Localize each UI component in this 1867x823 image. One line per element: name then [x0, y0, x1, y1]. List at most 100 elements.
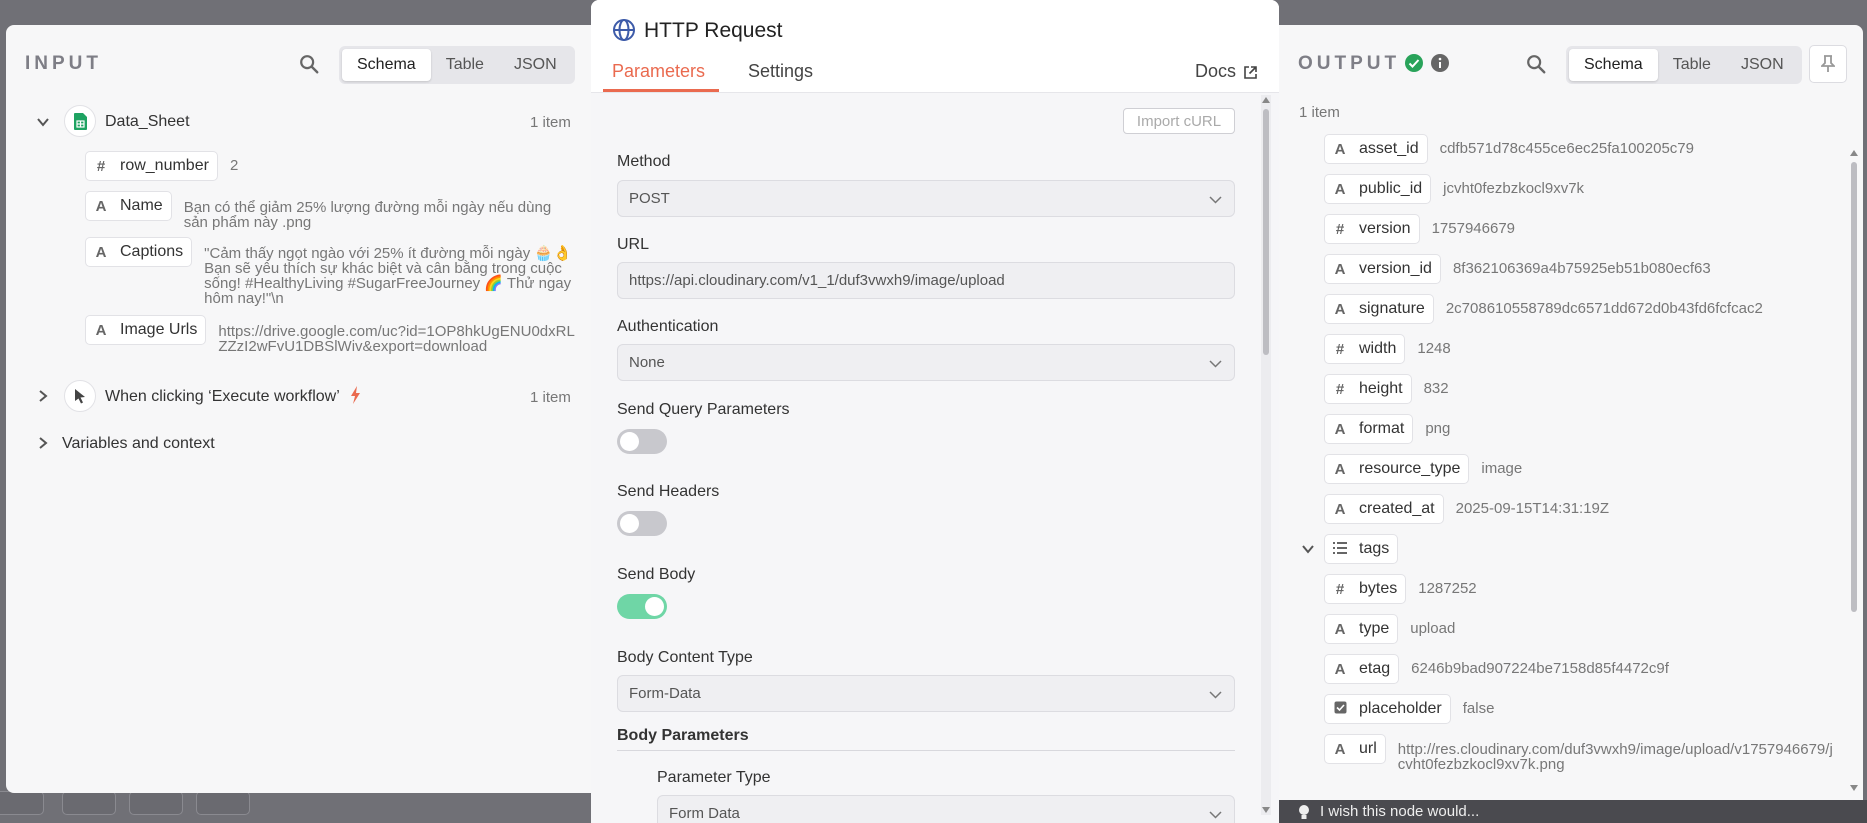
- tab-parameters[interactable]: Parameters: [612, 61, 705, 82]
- url-value: https://api.cloudinary.com/v1_1/duf3vwxh…: [629, 272, 1005, 289]
- field-name: etag: [1359, 660, 1391, 677]
- method-label: Method: [617, 153, 671, 170]
- schema-field[interactable]: Asignature 2c708610558789dc6571dd672d0b43…: [1324, 294, 1839, 324]
- field-name: width: [1359, 340, 1397, 357]
- authentication-select[interactable]: None: [617, 344, 1235, 381]
- node-parameters-panel: HTTP Request Parameters Settings Docs Im…: [591, 0, 1279, 823]
- canvas-control[interactable]: [129, 791, 183, 815]
- parameter-type-select[interactable]: Form Data: [657, 795, 1235, 823]
- node-name[interactable]: Data_Sheet: [105, 113, 190, 131]
- schema-field[interactable]: placeholder false: [1324, 694, 1839, 724]
- tab-settings[interactable]: Settings: [748, 61, 813, 82]
- field-value: http://res.cloudinary.com/duf3vwxh9/imag…: [1397, 741, 1833, 773]
- parameter-type-label: Parameter Type: [657, 769, 771, 786]
- tab-json[interactable]: JSON: [1726, 49, 1799, 81]
- tab-schema[interactable]: Schema: [1569, 49, 1658, 81]
- method-select[interactable]: POST: [617, 180, 1235, 217]
- variables-and-context[interactable]: Variables and context: [62, 435, 215, 453]
- schema-field[interactable]: Apublic_id jcvht0fezbzkocl9xv7k: [1324, 174, 1839, 204]
- schema-field[interactable]: # bytes 1287252: [1324, 574, 1839, 604]
- method-value: POST: [629, 190, 670, 207]
- schema-field[interactable]: Aformat png: [1324, 414, 1839, 444]
- schema-field[interactable]: # row_number 2: [85, 151, 565, 181]
- item-count: 1 item: [1299, 104, 1340, 121]
- field-value: image: [1481, 460, 1523, 477]
- chevron-down-icon: [1209, 691, 1222, 699]
- field-name: url: [1359, 740, 1377, 757]
- field-name: bytes: [1359, 580, 1398, 597]
- canvas-control[interactable]: [62, 791, 116, 815]
- field-value: upload: [1410, 620, 1456, 637]
- body-content-type-value: Form-Data: [629, 685, 701, 702]
- output-view-switch: Schema Table JSON: [1566, 46, 1802, 84]
- chevron-down-icon: [1209, 196, 1222, 204]
- schema-field[interactable]: Aasset_id cdfb571d78c455ce6ec25fa100205c7…: [1324, 134, 1839, 164]
- schema-field[interactable]: # version 1757946679: [1324, 214, 1839, 244]
- divider: [617, 750, 1235, 751]
- chevron-right-icon[interactable]: [36, 389, 50, 403]
- send-query-toggle[interactable]: [617, 429, 667, 454]
- external-link-icon[interactable]: [1244, 66, 1257, 79]
- schema-field[interactable]: A Name Bạn có thể giảm 25% lượng đường mỗ…: [85, 191, 575, 230]
- authentication-label: Authentication: [617, 318, 719, 335]
- item-count: 1 item: [530, 114, 571, 131]
- lightbulb-icon: [1299, 804, 1309, 819]
- string-type-icon: A: [1334, 620, 1346, 638]
- schema-field[interactable]: tags: [1302, 534, 1839, 564]
- field-value: false: [1462, 700, 1495, 717]
- field-value: png: [1425, 420, 1451, 437]
- schema-field[interactable]: # height 832: [1324, 374, 1839, 404]
- schema-field[interactable]: A Captions "Cảm thấy ngọt ngào với 25% ít…: [85, 237, 575, 306]
- schema-field[interactable]: Acreated_at 2025-09-15T14:31:19Z: [1324, 494, 1839, 524]
- chevron-right-icon[interactable]: [36, 436, 50, 450]
- lightning-icon: [351, 386, 360, 404]
- feedback-text: I wish this node would...: [1320, 803, 1480, 820]
- tab-table[interactable]: Table: [431, 49, 499, 81]
- field-value: 8f362106369a4b75925eb51b080ecf63: [1452, 260, 1711, 277]
- node-title[interactable]: HTTP Request: [644, 19, 783, 43]
- node-header: HTTP Request Parameters Settings Docs: [591, 0, 1279, 93]
- tab-schema[interactable]: Schema: [342, 49, 431, 81]
- tab-table[interactable]: Table: [1658, 49, 1726, 81]
- schema-field[interactable]: Atype upload: [1324, 614, 1839, 644]
- import-curl-button[interactable]: Import cURL: [1123, 108, 1235, 134]
- body-content-type-select[interactable]: Form-Data: [617, 675, 1235, 712]
- pin-icon: [1821, 55, 1835, 72]
- field-value: "Cảm thấy ngọt ngào với 25% ít đường mỗi…: [204, 245, 572, 307]
- schema-field[interactable]: A Image Urls https://drive.google.com/uc?…: [85, 315, 575, 354]
- item-count: 1 item: [530, 389, 571, 406]
- field-name: version_id: [1359, 260, 1432, 277]
- scrollbar[interactable]: [1849, 148, 1859, 793]
- info-icon[interactable]: [1431, 54, 1449, 72]
- field-value: cdfb571d78c455ce6ec25fa100205c79: [1439, 140, 1694, 157]
- pin-button[interactable]: [1809, 45, 1847, 83]
- search-icon[interactable]: [1525, 53, 1547, 75]
- active-tab-indicator: [603, 89, 719, 92]
- field-name: resource_type: [1359, 460, 1461, 477]
- schema-field[interactable]: Aetag 6246b9bad907224be7158d85f4472c9f: [1324, 654, 1839, 684]
- chevron-down-icon[interactable]: [36, 115, 50, 129]
- schema-field[interactable]: Aurl http://res.cloudinary.com/duf3vwxh9/…: [1324, 734, 1839, 772]
- checkbox-icon: [1325, 701, 1355, 718]
- send-body-label: Send Body: [617, 566, 696, 583]
- feedback-bar[interactable]: I wish this node would...: [1279, 800, 1867, 823]
- number-type-icon: #: [1335, 580, 1345, 598]
- parameter-type-value: Form Data: [669, 805, 740, 822]
- send-body-toggle[interactable]: [617, 594, 667, 619]
- schema-field[interactable]: Aversion_id 8f362106369a4b75925eb51b080ec…: [1324, 254, 1839, 284]
- tab-json[interactable]: JSON: [499, 49, 572, 81]
- field-value: 832: [1423, 380, 1449, 397]
- scrollbar[interactable]: [1261, 95, 1271, 815]
- docs-link[interactable]: Docs: [1195, 61, 1236, 82]
- canvas-control[interactable]: [0, 791, 44, 815]
- canvas-control[interactable]: [196, 791, 250, 815]
- node-name[interactable]: When clicking ‘Execute workflow’: [105, 388, 340, 406]
- number-type-icon: #: [1335, 220, 1345, 238]
- search-icon[interactable]: [298, 53, 320, 75]
- url-input[interactable]: https://api.cloudinary.com/v1_1/duf3vwxh…: [617, 262, 1235, 299]
- chevron-down-icon[interactable]: [1301, 542, 1315, 556]
- schema-field[interactable]: # width 1248: [1324, 334, 1839, 364]
- schema-field[interactable]: Aresource_type image: [1324, 454, 1839, 484]
- send-headers-toggle[interactable]: [617, 511, 667, 536]
- field-value: Bạn có thể giảm 25% lượng đường mỗi ngày…: [183, 199, 552, 231]
